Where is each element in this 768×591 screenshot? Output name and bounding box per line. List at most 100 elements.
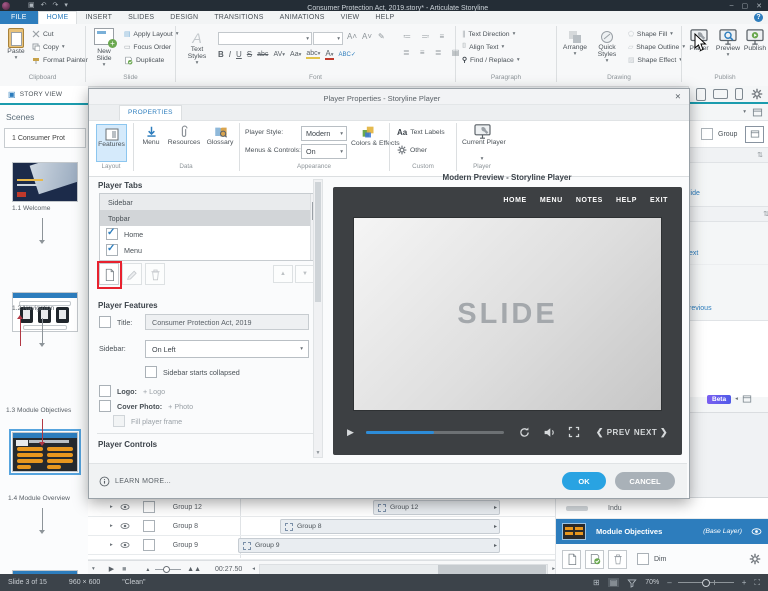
timeline-row-group12[interactable]: ▸ Group 12 Group 12 ▸ [88,498,555,517]
cover-photo-checkbox[interactable] [99,400,111,412]
layer-row-partial[interactable]: Indu [556,498,768,519]
volume-icon[interactable] [543,426,556,439]
delete-layer-button[interactable] [608,549,627,569]
redo-icon[interactable]: ↷ [53,0,59,11]
sort-icon[interactable]: ⇅ [763,210,768,218]
font-size-tools[interactable]: A˄ A˅ ✎ [347,32,385,41]
new-slide-button[interactable]: + New Slide ▾ [90,28,118,68]
home-checkbox[interactable] [106,227,118,240]
player-nav-notes[interactable]: NOTES [576,197,603,204]
fill-frame-checkbox[interactable] [113,415,125,427]
publish-button[interactable]: Publish [742,29,768,52]
dialog-left-scrollbar[interactable]: ▼ [313,179,323,458]
tab-design[interactable]: DESIGN [162,11,206,24]
char-spacing-button[interactable]: AV▾ [273,51,285,58]
slide-thumbnail-1-3-selected[interactable] [9,429,81,475]
replay-icon[interactable] [518,426,531,439]
tab-help[interactable]: HELP [367,11,402,24]
scene-selector[interactable]: 1 Consumer Prot [4,128,86,148]
text-labels-button[interactable]: Aa Text Labels [397,128,445,137]
group-checkbox[interactable] [701,128,713,140]
slide-thumbnail-1-2[interactable] [12,292,78,332]
apply-layout-button[interactable]: ▤ Apply Layout ▾ [124,30,179,39]
trigger-link-slide[interactable]: lide [689,190,700,197]
font-color-button[interactable]: A▾ [325,49,334,60]
next-button[interactable]: NEXT ❯ [634,427,668,438]
new-layer-button[interactable] [562,549,581,569]
fullscreen-icon[interactable] [568,426,580,438]
help-icon[interactable]: ? [754,13,763,22]
list-icons[interactable]: ≔ ≕ ≡ [403,32,448,41]
eye-icon[interactable] [750,526,763,537]
features-button[interactable]: Features [96,124,127,162]
spellcheck-button[interactable]: ABC✓ [339,51,356,58]
add-photo-link[interactable]: + Photo [168,402,193,411]
trigger-link-previous[interactable]: revious [689,305,712,312]
collapse-timeline-icon[interactable]: ▾ [92,566,95,572]
font-size-combo[interactable]: ▾ [313,32,343,45]
arrange-button[interactable]: Arrange ▾ [561,30,589,57]
player-tab-menu[interactable]: Menu [100,242,320,258]
tab-properties[interactable]: PROPERTIES [119,105,182,120]
strikethrough-button[interactable]: S [247,50,252,59]
timeline-scrollbar-thumb[interactable] [438,564,547,574]
zoom-out-icon[interactable]: – [667,578,671,587]
find-replace-button[interactable]: ⚲ Find / Replace ▾ [462,56,520,65]
menu-button[interactable]: Menu [138,125,164,146]
duplicate-layer-button[interactable] [585,549,604,569]
edit-tab-button[interactable] [122,263,142,285]
cut-button[interactable]: Cut [32,30,54,38]
logo-checkbox[interactable] [99,385,111,397]
trigger-link-next[interactable]: ext [689,250,698,257]
learn-more-link[interactable]: LEARN MORE... [115,478,171,485]
eye-icon[interactable] [119,502,131,512]
menus-controls-select[interactable]: On ▾ [301,144,347,159]
delete-tab-button[interactable] [145,263,165,285]
title-checkbox[interactable] [99,316,111,328]
minimize-button[interactable]: – [730,2,734,9]
row-checkbox[interactable] [142,539,155,551]
close-button[interactable]: ✕ [756,2,762,10]
player-style-select[interactable]: Modern ▾ [301,126,347,141]
timeline-bar-group9[interactable]: Group 9 ▸ [238,538,500,553]
player-tab-home[interactable]: Home [100,226,320,242]
slide-thumbnail-1-1[interactable] [12,162,78,202]
notes-view-icon[interactable]: ▤ [607,578,620,587]
stop-icon[interactable]: ■ [122,566,126,573]
underline-button[interactable]: U [236,50,242,59]
add-logo-link[interactable]: + Logo [143,387,165,396]
dialog-close-icon[interactable]: ✕ [675,92,681,101]
tab-transitions[interactable]: TRANSITIONS [206,11,271,24]
collapse-caret-icon[interactable]: ▾ [743,109,746,115]
resources-button[interactable]: Resources [166,125,202,146]
scrollbar-thumb[interactable] [315,182,321,302]
player-nav-menu[interactable]: MENU [540,197,563,204]
eye-icon[interactable] [119,540,131,550]
layer-settings-gear-icon[interactable] [749,553,761,565]
font-name-combo[interactable]: ▾ [218,32,312,45]
focus-order-button[interactable]: ▭ Focus Order [124,43,171,52]
quick-styles-button[interactable]: Quick Styles ▾ [592,30,622,64]
subscript-button[interactable]: abc [257,51,268,58]
move-down-button[interactable]: ▼ [295,265,315,283]
timeline-scrollbar[interactable] [259,563,549,575]
paste-button[interactable]: Paste ▾ [4,28,28,61]
layer-row-selected[interactable]: Module Objectives (Base Layer) [556,519,768,544]
shape-fill-button[interactable]: ⬠ Shape Fill ▾ [628,30,673,39]
cancel-button[interactable]: CANCEL [615,472,675,490]
preview-button[interactable]: Preview ▾ [714,29,742,58]
maximize-button[interactable]: ▢ [742,2,749,10]
prev-button[interactable]: ❮ PREV [596,427,631,438]
shape-effect-button[interactable]: ▨Shape Effect▾ [628,56,682,65]
expand-icon[interactable]: ▸ [110,523,113,529]
undo-icon[interactable]: ↶ [41,0,47,11]
zoom-in-tick-icon[interactable]: ▲▲ [187,566,201,573]
align-text-button[interactable]: ⌷ Align Text ▾ [462,43,504,51]
expand-icon[interactable]: ▸ [110,542,113,548]
row-checkbox[interactable] [142,501,155,513]
timeline-bar-group12[interactable]: Group 12 ▸ [373,500,500,515]
tab-home[interactable]: HOME [37,11,78,24]
text-direction-button[interactable]: ∥ Text Direction ▾ [462,30,515,39]
timeline-bar-group8[interactable]: Group 8 ▸ [280,519,500,534]
bold-button[interactable]: B [218,50,224,59]
